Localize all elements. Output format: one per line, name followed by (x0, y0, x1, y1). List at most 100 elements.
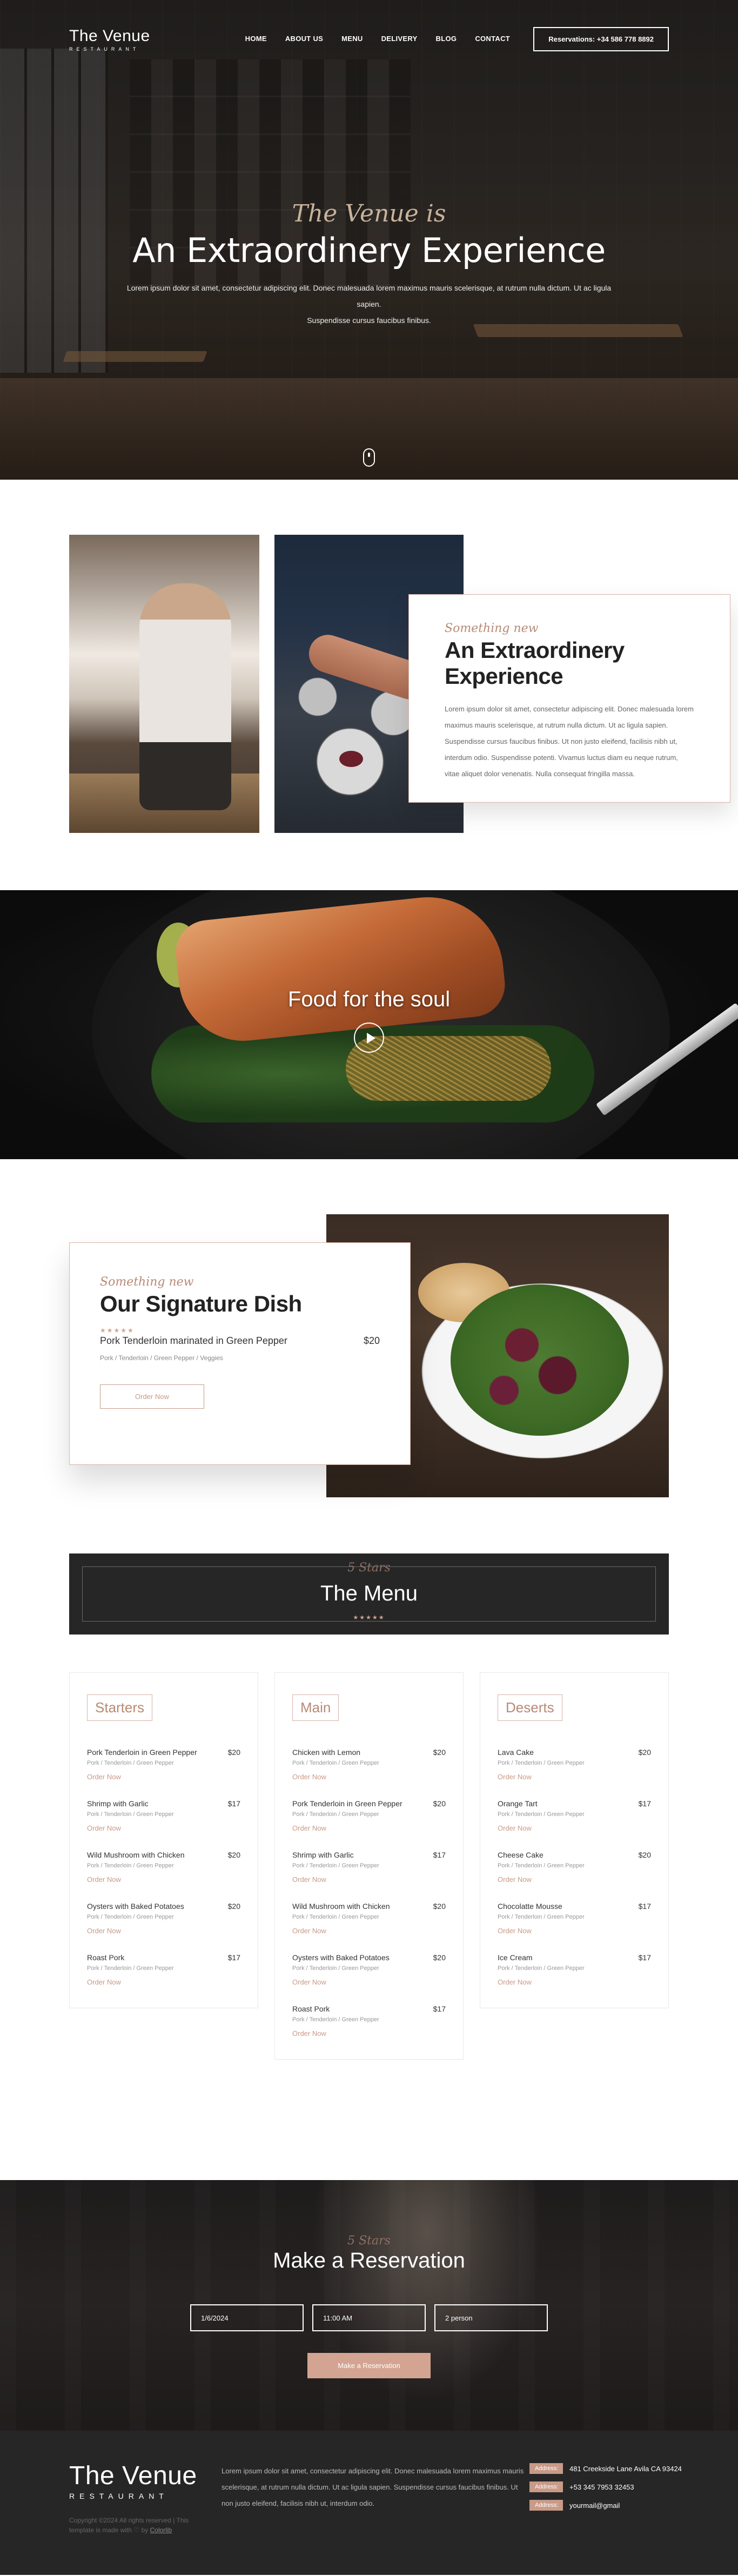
contact-value: 481 Creekside Lane Avila CA 93424 (569, 2464, 682, 2473)
menu-item: Chicken with Lemon $20 Pork / Tenderloin /… (292, 1748, 446, 1781)
hero-script-heading: The Venue is (292, 200, 446, 227)
reservations-phone-button[interactable]: Reservations: +34 586 778 8892 (533, 27, 669, 51)
contact-row: Address: +53 345 7953 32453 (529, 2481, 682, 2492)
menu-item-name: Chocolatte Mousse (498, 1902, 562, 1911)
logo[interactable]: The Venue RESTAURANT (69, 27, 150, 52)
menu-item-order-link[interactable]: Order Now (87, 1875, 240, 1884)
colorlib-link[interactable]: Colorlib (150, 2526, 172, 2534)
contact-value: +53 345 7953 32453 (569, 2483, 634, 2491)
nav-menu-link[interactable]: MENU (341, 35, 363, 43)
menu-item-order-link[interactable]: Order Now (87, 1927, 240, 1935)
menu-item: Orange Tart $17 Pork / Tenderloin / Green … (498, 1799, 651, 1832)
menu-item-price: $20 (638, 1851, 651, 1859)
signature-dish-row: Pork Tenderloin marinated in Green Peppe… (100, 1335, 380, 1347)
menu-item: Wild Mushroom with Chicken $20 Pork / Tend… (87, 1851, 240, 1884)
make-reservation-button[interactable]: Make a Reservation (307, 2353, 431, 2378)
menu-item-ingredients: Pork / Tenderloin / Green Pepper (87, 1811, 174, 1818)
menu-item: Oysters with Baked Potatoes $20 Pork / Ten… (87, 1902, 240, 1935)
menu-item-ingredients: Pork / Tenderloin / Green Pepper (292, 2016, 379, 2023)
banner-title: Food for the soul (287, 987, 451, 1011)
nav-blog[interactable]: BLOG (436, 35, 457, 43)
hero-text: Lorem ipsum dolor sit amet, consectetur … (126, 280, 612, 328)
menu-item: Shrimp with Garlic $17 Pork / Tenderloin /… (87, 1799, 240, 1832)
hero-text-line: Suspendisse cursus faucibus finibus. (307, 316, 431, 325)
menu-column-main: Main Chicken with Lemon $20 Pork / Tenderl… (274, 1672, 464, 2060)
signature-script-heading: Something new (100, 1275, 194, 1289)
nav-delivery[interactable]: DELIVERY (381, 35, 418, 43)
menu-item-price: $20 (638, 1748, 651, 1757)
menu-item-order-link[interactable]: Order Now (292, 1978, 446, 1986)
menu-item-price: $17 (638, 1902, 651, 1911)
menu-item-ingredients: Pork / Tenderloin / Green Pepper (87, 1760, 174, 1766)
reservation-content: 5 Stars Make a Reservation Make a Reserv… (0, 2234, 738, 2378)
menu-category-label: Deserts (498, 1694, 562, 1721)
menu-item-name: Lava Cake (498, 1748, 534, 1757)
menu-item-ingredients: Pork / Tenderloin / Green Pepper (292, 1914, 379, 1920)
reservation-script-heading: 5 Stars (347, 2234, 391, 2248)
menu-item-name: Wild Mushroom with Chicken (292, 1902, 390, 1911)
menu-item-order-link[interactable]: Order Now (292, 1875, 446, 1884)
menu-item-order-link[interactable]: Order Now (292, 2029, 446, 2037)
menu-item: Ice Cream $17 Pork / Tenderloin / Green Pe… (498, 1953, 651, 1986)
menu-item-ingredients: Pork / Tenderloin / Green Pepper (87, 1965, 174, 1972)
menu-item-price: $17 (638, 1799, 651, 1808)
signature-card: Something new Our Signature Dish ★★★★★ P… (69, 1242, 411, 1465)
order-now-button[interactable]: Order Now (100, 1384, 204, 1409)
nav-about-us[interactable]: ABOUT US (285, 35, 323, 43)
menu-item: Shrimp with Garlic $17 Pork / Tenderloin /… (292, 1851, 446, 1884)
main-nav: The Venue RESTAURANT HOME ABOUT US MENU … (0, 0, 738, 81)
nav-contact[interactable]: CONTACT (475, 35, 510, 43)
menu-item-name: Chicken with Lemon (292, 1748, 361, 1757)
menu-item-price: $17 (433, 1851, 446, 1859)
menu-item-price: $17 (638, 1953, 651, 1962)
hero-content: The Venue is An Extraordinery Experience… (0, 200, 738, 328)
menu-item-order-link[interactable]: Order Now (498, 1824, 651, 1832)
rating-stars-icon: ★★★★★ (100, 1327, 135, 1334)
menu-item-name: Shrimp with Garlic (292, 1851, 354, 1859)
menu-item-order-link[interactable]: Order Now (498, 1875, 651, 1884)
menu-item: Roast Pork $17 Pork / Tenderloin / Green P… (87, 1953, 240, 1986)
copyright-text: Copyright ©2024 All rights reserved | Th… (69, 2516, 210, 2535)
menu-item-price: $20 (227, 1851, 240, 1859)
menu-item: Pork Tenderloin in Green Pepper $20 Pork /… (87, 1748, 240, 1781)
menu-item-order-link[interactable]: Order Now (292, 1927, 446, 1935)
time-input[interactable] (312, 2304, 426, 2331)
footer: The Venue RESTAURANT Copyright ©2024 All… (0, 2431, 738, 2575)
menu-item-order-link[interactable]: Order Now (87, 1773, 240, 1781)
footer-about-text: Lorem ipsum dolor sit amet, consectetur … (222, 2467, 524, 2507)
menu-item-order-link[interactable]: Order Now (292, 1824, 446, 1832)
banner-content: Food for the soul (0, 987, 738, 1053)
play-video-icon[interactable] (354, 1023, 384, 1053)
menu-item-ingredients: Pork / Tenderloin / Green Pepper (292, 1965, 379, 1972)
date-input[interactable] (190, 2304, 304, 2331)
menu-item-price: $17 (433, 2005, 446, 2013)
menu-item-price: $20 (433, 1902, 446, 1911)
menu-item-order-link[interactable]: Order Now (498, 1978, 651, 1986)
menu-section: 5 Stars The Menu ★★★★★ Starters Pork Ten… (0, 1553, 738, 2180)
menu-item-order-link[interactable]: Order Now (498, 1927, 651, 1935)
food-video-banner: Food for the soul (0, 890, 738, 1159)
scroll-down-mouse-icon[interactable] (363, 448, 375, 467)
menu-item-ingredients: Pork / Tenderloin / Green Pepper (498, 1914, 585, 1920)
contact-tag: Address: (529, 2463, 563, 2474)
about-card: Something new An Extraordinery Experienc… (408, 594, 730, 803)
menu-item-name: Pork Tenderloin in Green Pepper (87, 1748, 197, 1757)
menu-item-name: Oysters with Baked Potatoes (292, 1953, 390, 1962)
menu-item: Oysters with Baked Potatoes $20 Pork / Ten… (292, 1953, 446, 1986)
menu-item-order-link[interactable]: Order Now (292, 1773, 446, 1781)
hero-section: The Venue RESTAURANT HOME ABOUT US MENU … (0, 0, 738, 480)
menu-item-price: $17 (227, 1799, 240, 1808)
menu-item-name: Pork Tenderloin in Green Pepper (292, 1799, 402, 1808)
people-input[interactable] (434, 2304, 548, 2331)
menu-item-order-link[interactable]: Order Now (87, 1824, 240, 1832)
chef-photo (69, 535, 259, 833)
menu-item-ingredients: Pork / Tenderloin / Green Pepper (498, 1965, 585, 1972)
menu-category-label: Starters (87, 1694, 153, 1721)
menu-item-order-link[interactable]: Order Now (87, 1978, 240, 1986)
menu-item: Pork Tenderloin in Green Pepper $20 Pork /… (292, 1799, 446, 1832)
hero-text-line: Lorem ipsum dolor sit amet, consectetur … (126, 284, 612, 308)
menu-item-order-link[interactable]: Order Now (498, 1773, 651, 1781)
nav-home[interactable]: HOME (245, 35, 267, 43)
hero-title: An Extraordinery Experience (132, 231, 606, 270)
logo-title: The Venue (69, 27, 150, 45)
